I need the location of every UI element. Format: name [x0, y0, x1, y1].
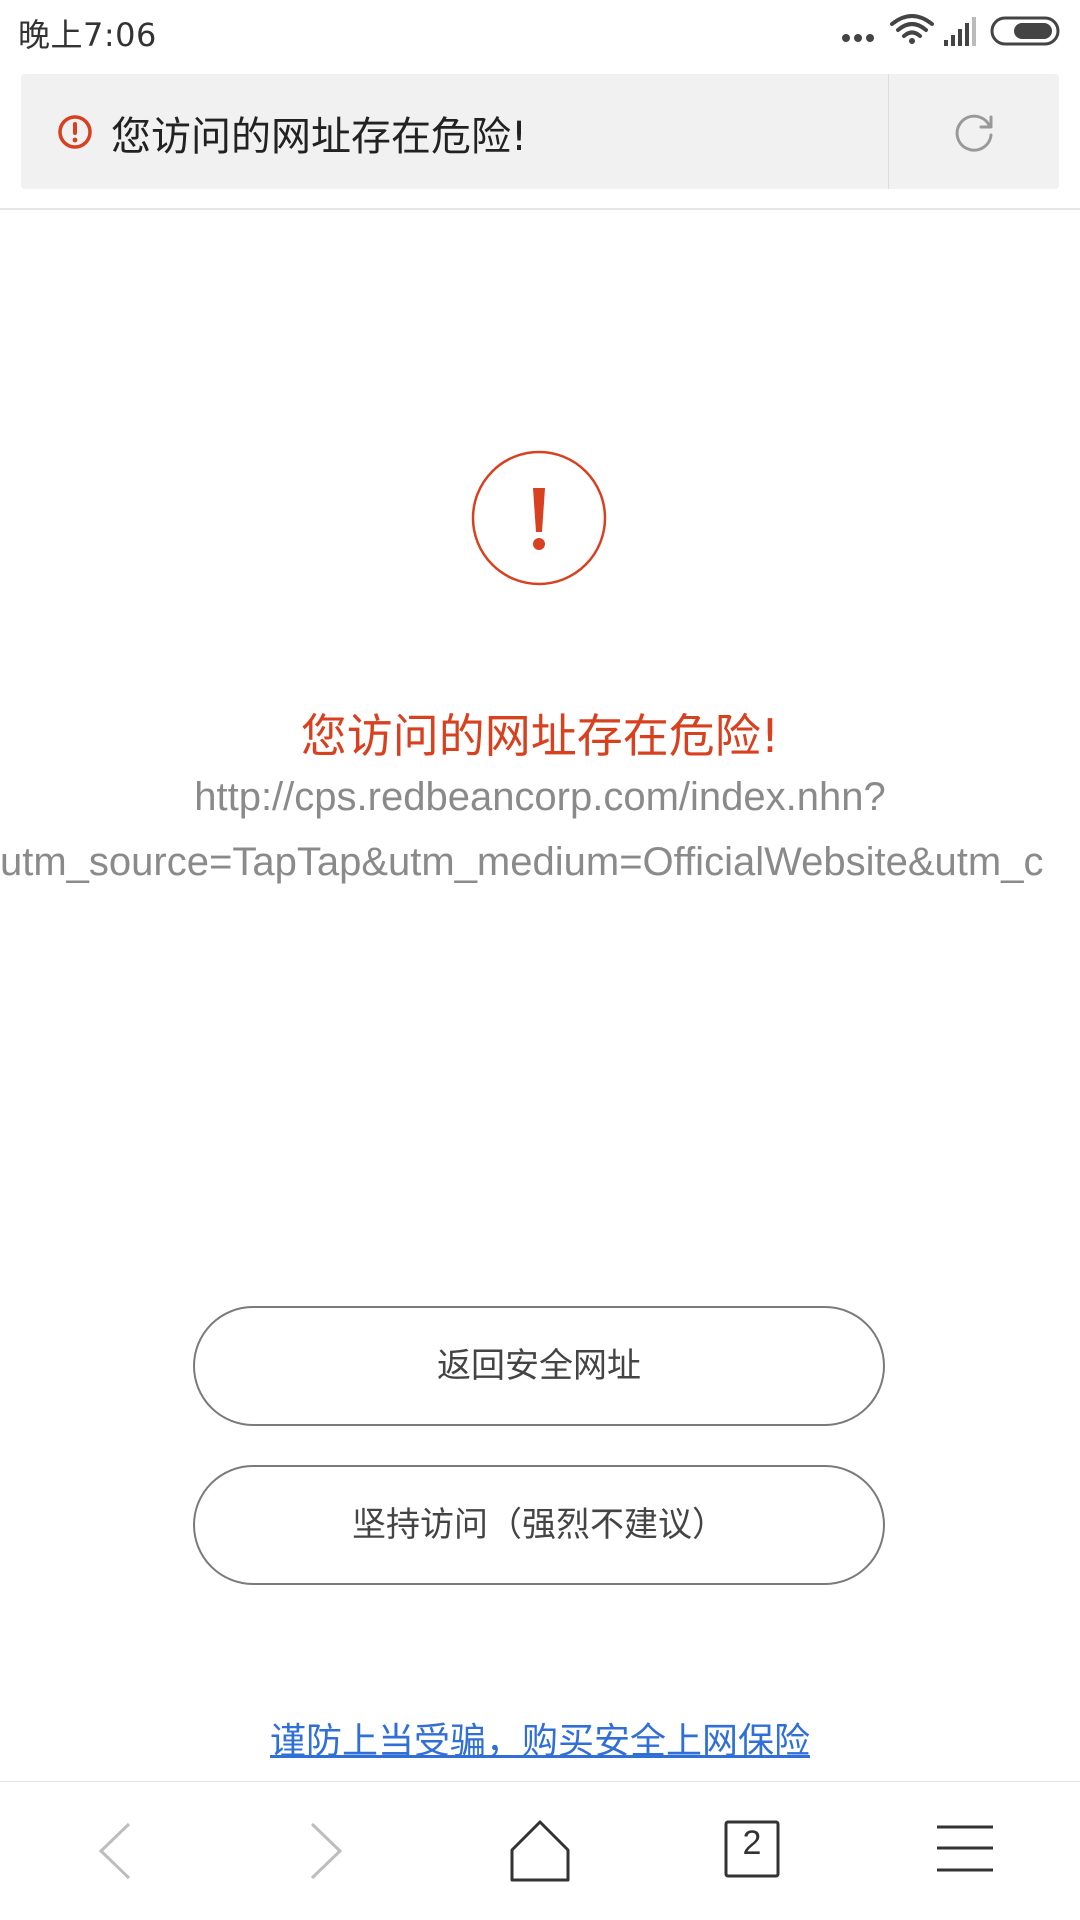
continue-visit-button[interactable]: 坚持访问（强烈不建议） — [193, 1465, 885, 1585]
back-button[interactable] — [45, 1782, 185, 1920]
warning-url-line1: http://cps.redbeancorp.com/index.nhn? — [194, 775, 886, 819]
chevron-left-icon — [98, 1822, 131, 1880]
status-indicators-icon — [842, 14, 1060, 46]
exclamation-circle-icon — [471, 450, 607, 586]
return-safe-url-button[interactable]: 返回安全网址 — [193, 1306, 885, 1426]
alert-circle-icon — [58, 115, 92, 149]
tabs-button[interactable]: 2 — [682, 1782, 822, 1920]
reload-button[interactable] — [889, 74, 1059, 189]
address-warning-text: 您访问的网址存在危险! — [111, 114, 528, 160]
wifi-icon — [890, 14, 934, 38]
insurance-link[interactable]: 谨防上当受骗，购买安全上网保险 — [0, 1712, 1080, 1764]
warning-url-line2: utm_source=TapTap&utm_medium=OfficialWeb… — [0, 840, 1044, 884]
battery-icon — [990, 16, 1060, 46]
chevron-right-icon — [310, 1822, 343, 1880]
status-bar: 晚上7:06 — [0, 0, 1080, 62]
warning-url-line2-container: utm_source=TapTap&utm_medium=OfficialWeb… — [0, 840, 1080, 900]
reload-icon — [955, 114, 993, 152]
tab-count: 2 — [742, 1824, 762, 1862]
menu-button[interactable] — [895, 1782, 1035, 1920]
bottom-nav: 2 — [0, 1782, 1080, 1920]
home-icon — [510, 1820, 570, 1882]
address-bar[interactable]: 您访问的网址存在危险! — [21, 74, 1059, 189]
home-button[interactable] — [470, 1782, 610, 1920]
header-divider — [0, 208, 1080, 210]
signal-icon — [944, 17, 976, 46]
warning-title: 您访问的网址存在危险! — [300, 709, 780, 763]
forward-button[interactable] — [256, 1782, 396, 1920]
menu-icon — [937, 1825, 993, 1872]
status-time: 晚上7:06 — [18, 16, 157, 54]
status-icons — [824, 10, 1064, 50]
